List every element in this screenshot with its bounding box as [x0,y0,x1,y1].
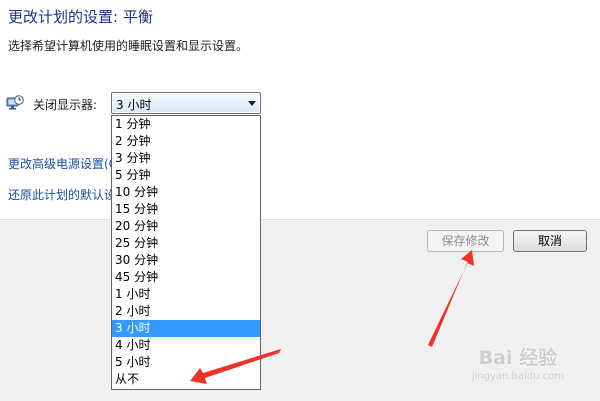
save-changes-button[interactable]: 保存修改 [427,230,504,252]
advanced-power-settings-link[interactable]: 更改高级电源设置(C) [8,155,111,172]
display-off-select[interactable]: 3 小时 [111,92,261,114]
monitor-clock-icon [6,95,24,111]
restore-defaults-link[interactable]: 还原此计划的默认设置 [8,186,111,203]
dropdown-option[interactable]: 1 小时 [112,286,260,303]
cancel-button[interactable]: 取消 [513,230,587,252]
dropdown-option[interactable]: 5 分钟 [112,167,260,184]
dropdown-option[interactable]: 3 小时 [112,320,260,337]
dropdown-option[interactable]: 10 分钟 [112,184,260,201]
dropdown-option[interactable]: 2 小时 [112,303,260,320]
watermark-url: jingyan.baidu.com [471,371,564,382]
page-subtitle: 选择希望计算机使用的睡眠设置和显示设置。 [8,39,249,53]
dropdown-option[interactable]: 15 分钟 [112,201,260,218]
dropdown-option[interactable]: 30 分钟 [112,252,260,269]
dropdown-option[interactable]: 5 小时 [112,354,260,371]
display-off-selected-value: 3 小时 [116,98,152,112]
chevron-down-icon[interactable] [248,101,256,106]
dropdown-option[interactable]: 1 分钟 [112,116,260,133]
dropdown-option[interactable]: 25 分钟 [112,235,260,252]
dropdown-option[interactable]: 从不 [112,371,260,388]
page-title: 更改计划的设置: 平衡 [8,8,153,26]
dropdown-option[interactable]: 3 分钟 [112,150,260,167]
watermark-logo: Bai 经验 [478,347,558,369]
dropdown-option[interactable]: 20 分钟 [112,218,260,235]
dropdown-option[interactable]: 45 分钟 [112,269,260,286]
display-off-dropdown-list: 1 分钟 2 分钟 3 分钟 5 分钟 10 分钟 15 分钟 20 分钟 25 分钟 30 分… [111,115,261,390]
dropdown-option[interactable]: 2 分钟 [112,133,260,150]
dropdown-option[interactable]: 4 小时 [112,337,260,354]
display-off-label: 关闭显示器: [33,98,98,112]
baidu-jingyan-watermark: Bai 经验 jingyan.baidu.com [472,343,564,382]
